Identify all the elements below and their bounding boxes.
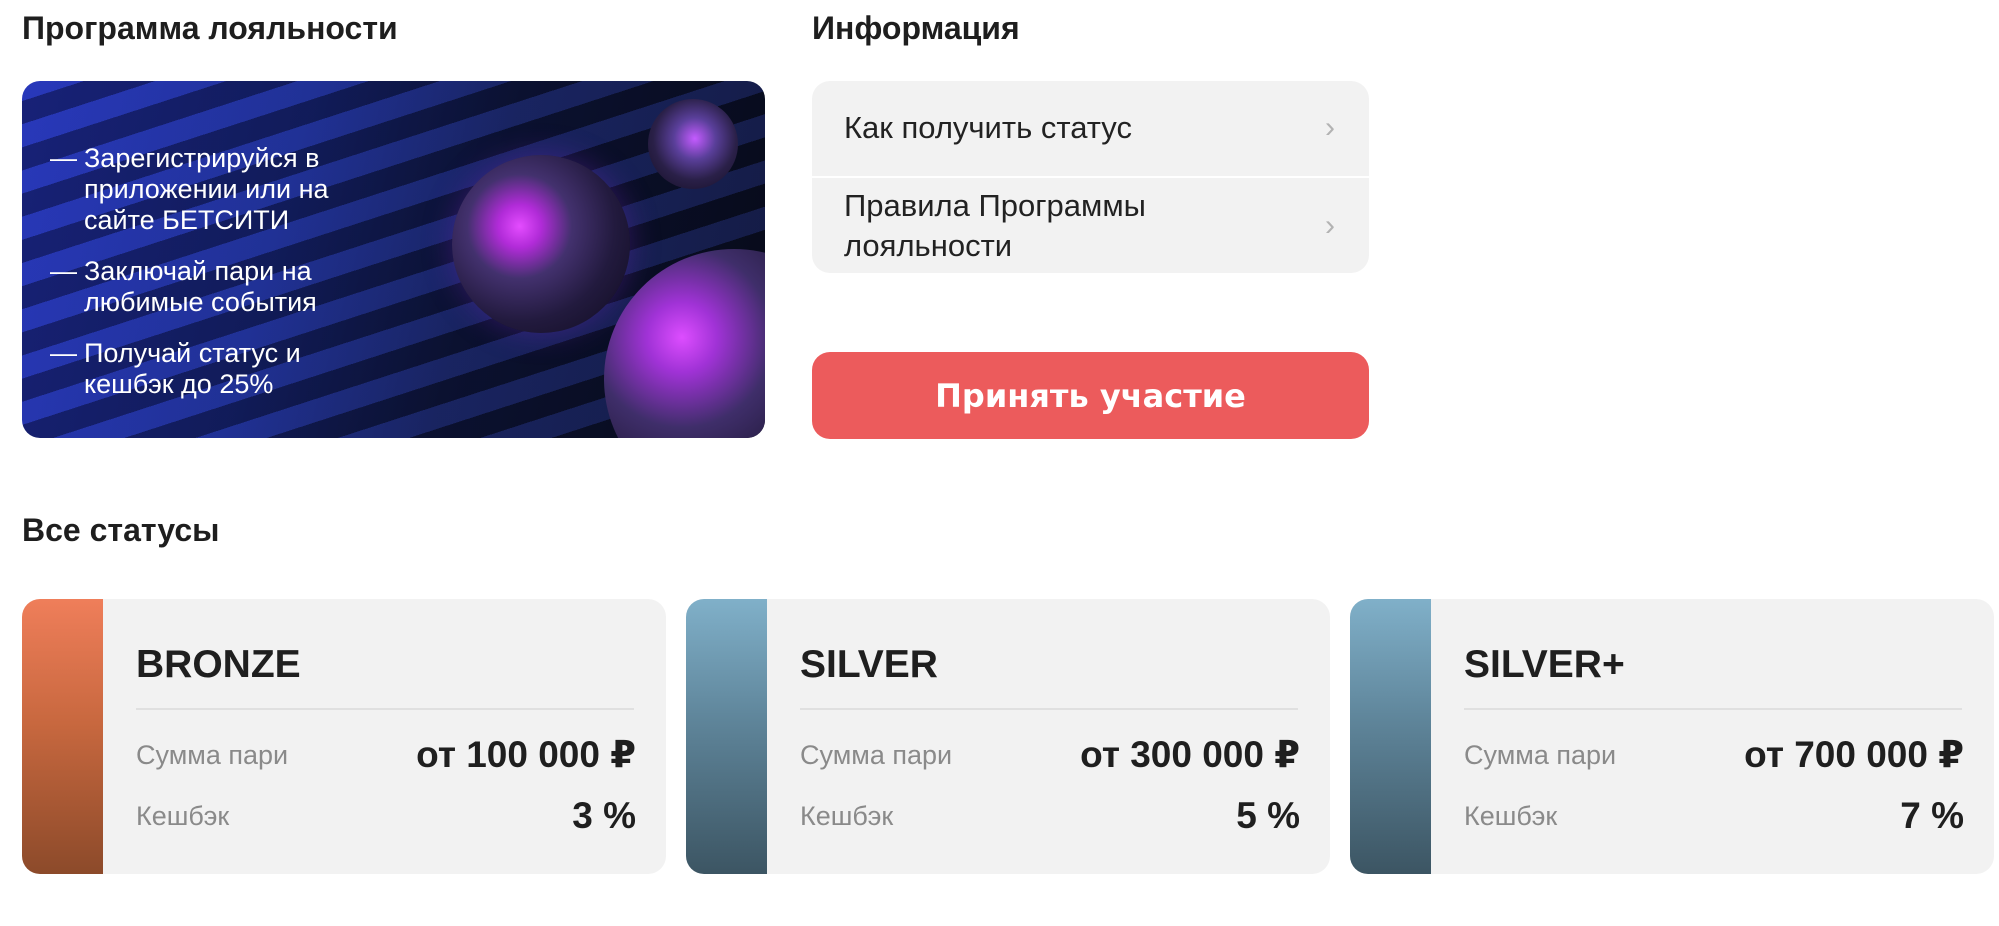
list-item: — Заключай пари на любимые события [50, 256, 370, 318]
cashback-value: 7 % [1900, 795, 1964, 836]
bet-value: от 700 000 ₽ [1744, 734, 1964, 775]
cashback-value: 5 % [1236, 795, 1300, 836]
tennis-ball-illustration [648, 99, 738, 189]
cashback-label: Кешбэк [136, 801, 230, 831]
info-item-label: Правила Программы лояльности [844, 187, 1146, 263]
chevron-right-icon: › [1325, 111, 1335, 144]
dash: — [50, 338, 77, 368]
divider [1464, 708, 1962, 710]
promo-banner: — Зарегистрируйся в приложении или на сай… [22, 81, 765, 438]
list-item: — Зарегистрируйся в приложении или на сай… [50, 143, 370, 236]
divider [136, 708, 634, 710]
status-stripe [22, 599, 103, 874]
statuses-title: Все статусы [22, 512, 220, 548]
bet-value: от 300 000 ₽ [1080, 734, 1300, 775]
dash: — [50, 143, 77, 173]
info-title: Информация [812, 10, 1020, 46]
bet-value: от 100 000 ₽ [416, 734, 636, 775]
basketball-illustration [604, 249, 765, 438]
join-button[interactable]: Принять участие [812, 352, 1369, 439]
info-list: Как получить статус › Правила Программы … [812, 81, 1369, 273]
loyalty-title: Программа лояльности [22, 10, 398, 46]
cashback-value: 3 % [572, 795, 636, 836]
bet-label: Сумма пари [136, 740, 289, 770]
info-item-program-rules[interactable]: Правила Программы лояльности › [812, 178, 1369, 273]
dash: — [50, 256, 77, 286]
benefits-list: — Зарегистрируйся в приложении или на сай… [50, 143, 370, 420]
status-stripe [1350, 599, 1431, 874]
status-card-silver-plus: SILVER+ Сумма пари от 700 000 ₽ Кешбэк 7… [1350, 599, 1994, 874]
bet-label: Сумма пари [800, 740, 953, 770]
status-card-bronze: BRONZE Сумма пари от 100 000 ₽ Кешбэк 3 … [22, 599, 666, 874]
info-item-how-to-get-status[interactable]: Как получить статус › [812, 81, 1369, 175]
status-stripe [686, 599, 767, 874]
status-name: SILVER [800, 643, 938, 686]
soccer-ball-illustration [452, 155, 630, 333]
status-card-silver: SILVER Сумма пари от 300 000 ₽ Кешбэк 5 … [686, 599, 1330, 874]
cashback-label: Кешбэк [800, 801, 894, 831]
benefit-text: Получай статус и кешбэк до 25% [84, 338, 301, 399]
divider [800, 708, 1298, 710]
chevron-right-icon: › [1325, 208, 1335, 242]
bet-label: Сумма пари [1464, 740, 1617, 770]
cashback-label: Кешбэк [1464, 801, 1558, 831]
list-item: — Получай статус и кешбэк до 25% [50, 338, 370, 400]
status-name: SILVER+ [1464, 643, 1625, 686]
status-name: BRONZE [136, 643, 301, 686]
benefit-text: Зарегистрируйся в приложении или на сайт… [84, 143, 329, 235]
benefit-text: Заключай пари на любимые события [84, 256, 317, 317]
info-item-label: Как получить статус [844, 110, 1132, 145]
